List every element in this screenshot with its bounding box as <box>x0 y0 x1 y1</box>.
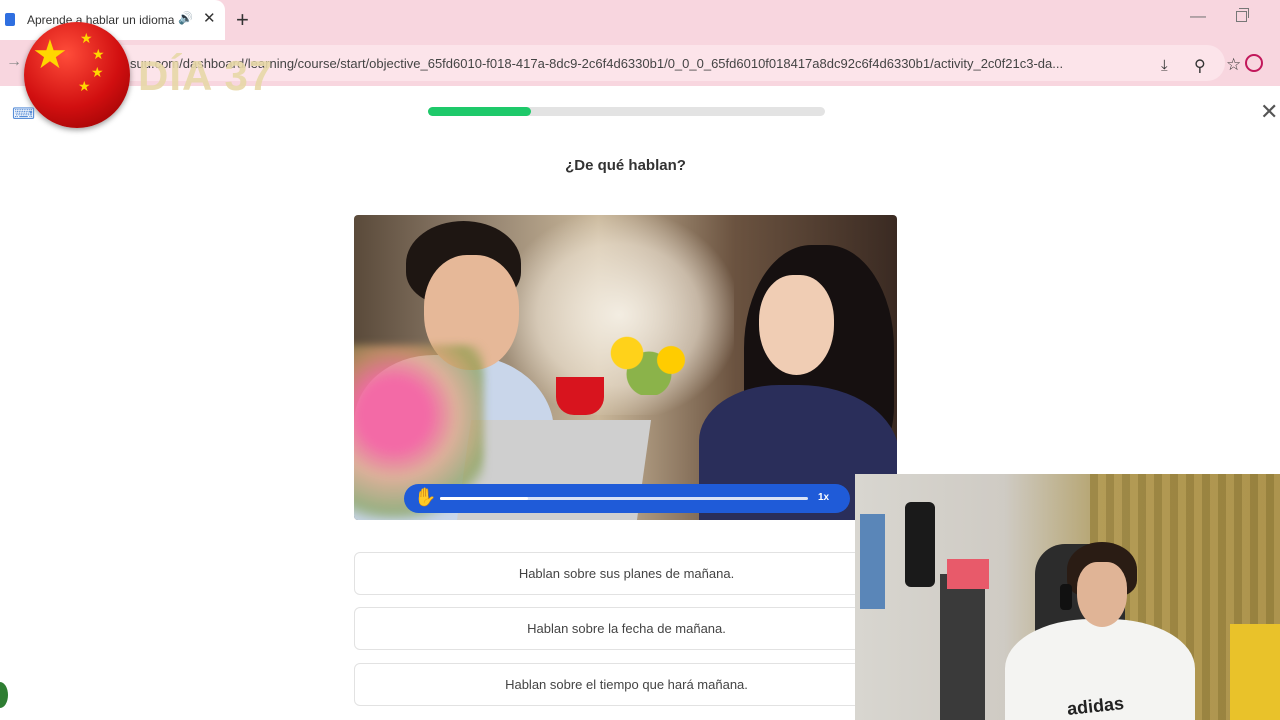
small-star-icon: ★ <box>91 64 104 80</box>
large-star-icon: ★ <box>32 33 68 77</box>
zoom-icon[interactable]: ⚲ <box>1194 56 1206 76</box>
site-favicon-icon <box>5 13 15 26</box>
webcam-feed: adidas <box>855 474 1280 720</box>
small-star-icon: ★ <box>92 46 105 62</box>
lesson-photo <box>354 215 897 520</box>
keyboard-icon[interactable]: ⌨ <box>12 104 35 124</box>
lesson-progress-fill <box>428 107 532 116</box>
answer-option-label: Hablan sobre la fecha de mañana. <box>527 621 726 636</box>
answer-option-label: Hablan sobre sus planes de mañana. <box>518 566 735 581</box>
china-flag-icon: ★ ★ ★ ★ ★ <box>24 22 130 128</box>
tab-bar: Aprende a hablar un idioma 🔊 ✕ + — <box>0 0 1280 40</box>
answer-option-2[interactable]: Hablan sobre la fecha de mañana. <box>354 607 899 650</box>
tab-title: Aprende a hablar un idioma <box>27 13 175 27</box>
bookmark-star-icon[interactable]: ☆ <box>1226 55 1241 75</box>
close-tab-icon[interactable]: ✕ <box>203 9 216 27</box>
small-star-icon: ★ <box>78 78 91 94</box>
url-text[interactable]: suu.com/dashboard/learning/course/start/… <box>130 56 1120 71</box>
close-lesson-icon[interactable]: ✕ <box>1260 99 1278 125</box>
speaker-icon[interactable]: 🔊 <box>178 11 193 25</box>
minimize-icon[interactable]: — <box>1190 8 1206 26</box>
audio-progress-track[interactable] <box>440 497 808 500</box>
restore-icon[interactable] <box>1236 8 1249 22</box>
hand-cursor-icon: ✋ <box>414 487 437 507</box>
day-counter-label: DÍA 37 <box>138 52 274 99</box>
install-app-icon[interactable]: ⤓ <box>1161 57 1168 74</box>
answer-option-1[interactable]: Hablan sobre sus planes de mañana. <box>354 552 899 595</box>
small-star-icon: ★ <box>80 30 93 46</box>
forward-arrow-icon[interactable]: → <box>6 53 22 71</box>
answer-option-3[interactable]: Hablan sobre el tiempo que hará mañana. <box>354 663 899 706</box>
profile-icon[interactable] <box>1245 54 1263 72</box>
question-title: ¿De qué hablan? <box>565 157 686 174</box>
headset-icon <box>1060 584 1072 610</box>
help-bubble-icon[interactable] <box>0 682 8 708</box>
audio-progress-fill <box>440 497 529 500</box>
lesson-progress-bar <box>428 107 825 116</box>
answer-option-label: Hablan sobre el tiempo que hará mañana. <box>505 677 748 692</box>
playback-speed-button[interactable]: 1x <box>818 492 829 503</box>
new-tab-button[interactable]: + <box>236 7 249 33</box>
audio-player[interactable]: ✋ 1x <box>404 484 850 513</box>
